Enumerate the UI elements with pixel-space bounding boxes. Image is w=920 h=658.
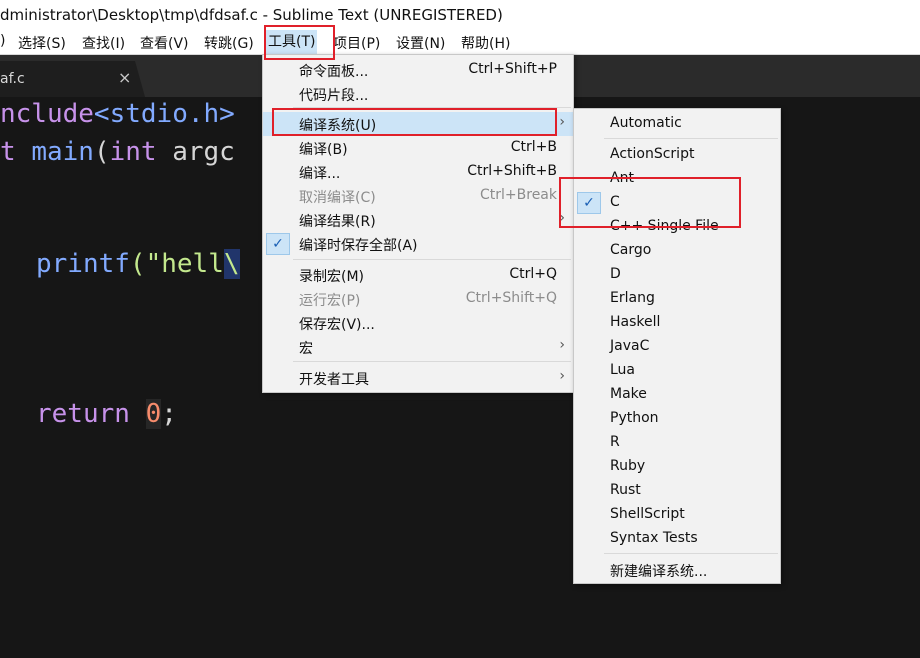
build-option-automatic[interactable]: Automatic: [574, 112, 780, 136]
menu-item-command-palette[interactable]: 命令面板... Ctrl+Shift+P: [263, 58, 573, 82]
close-icon[interactable]: ×: [118, 68, 131, 87]
menu-item-build-results[interactable]: 编译结果(R) ›: [263, 208, 573, 232]
file-tab[interactable]: af.c ×: [0, 61, 145, 97]
title-bar: dministrator\Desktop\tmp\dfdsaf.c - Subl…: [0, 0, 920, 30]
chevron-right-icon: ›: [559, 337, 565, 353]
chevron-right-icon: ›: [559, 368, 565, 384]
menu-item-build[interactable]: 编译(B) Ctrl+B: [263, 136, 573, 160]
tab-filename: af.c: [0, 71, 25, 87]
build-option-erlang[interactable]: Erlang: [574, 287, 780, 311]
build-option-lua[interactable]: Lua: [574, 359, 780, 383]
build-option-actionscript[interactable]: ActionScript: [574, 143, 780, 167]
menu-selection[interactable]: 选择(S): [18, 33, 66, 53]
menu-help[interactable]: 帮助(H): [461, 33, 510, 53]
menu-separator: [293, 259, 571, 260]
menu-separator: [293, 361, 571, 362]
code-line-include: nclude<stdio.h>: [0, 99, 235, 129]
menu-item-developer[interactable]: 开发者工具 ›: [263, 366, 573, 390]
build-option-rust[interactable]: Rust: [574, 479, 780, 503]
chevron-right-icon: ›: [559, 114, 565, 130]
menu-item-cancel-build[interactable]: 取消编译(C) Ctrl+Break: [263, 184, 573, 208]
menu-preferences[interactable]: 设置(N): [396, 33, 445, 53]
menu-item-save-all-on-build[interactable]: ✓ 编译时保存全部(A): [263, 232, 573, 256]
build-option-haskell[interactable]: Haskell: [574, 311, 780, 335]
checkmark-icon: ✓: [266, 233, 290, 255]
window-title: dministrator\Desktop\tmp\dfdsaf.c - Subl…: [0, 6, 503, 24]
build-option-make[interactable]: Make: [574, 383, 780, 407]
annotation-box-c-option: [559, 177, 741, 228]
menu-bar: ) 选择(S) 查找(I) 查看(V) 转跳(G) 工具(T) 项目(P) 设置…: [0, 30, 920, 55]
menu-item-build-with[interactable]: 编译... Ctrl+Shift+B: [263, 160, 573, 184]
menu-item-macros[interactable]: 宏 ›: [263, 335, 573, 359]
menu-separator: [604, 553, 778, 554]
build-option-new-build-system[interactable]: 新建编译系统...: [574, 558, 780, 582]
build-option-d[interactable]: D: [574, 263, 780, 287]
menu-project[interactable]: 项目(P): [333, 33, 380, 53]
build-option-ruby[interactable]: Ruby: [574, 455, 780, 479]
tools-menu: 命令面板... Ctrl+Shift+P 代码片段... 编译系统(U) › 编译(…: [262, 54, 574, 393]
build-option-syntax-tests[interactable]: Syntax Tests: [574, 527, 780, 551]
menu-view[interactable]: 查看(V): [140, 33, 189, 53]
build-option-r[interactable]: R: [574, 431, 780, 455]
menu-item-record-macro[interactable]: 录制宏(M) Ctrl+Q: [263, 263, 573, 287]
build-option-cargo[interactable]: Cargo: [574, 239, 780, 263]
menu-edit[interactable]: ): [0, 33, 5, 49]
annotation-box-build-system: [272, 108, 557, 136]
build-option-javac[interactable]: JavaC: [574, 335, 780, 359]
menu-item-snippets[interactable]: 代码片段...: [263, 82, 573, 106]
annotation-box-tools-menu: [264, 25, 335, 60]
menu-goto[interactable]: 转跳(G): [204, 33, 254, 53]
menu-item-save-macro[interactable]: 保存宏(V)...: [263, 311, 573, 335]
code-line-main: t main(int argc: [0, 137, 235, 167]
build-option-shellscript[interactable]: ShellScript: [574, 503, 780, 527]
code-line-return: return 0;: [36, 399, 177, 429]
menu-item-playback-macro[interactable]: 运行宏(P) Ctrl+Shift+Q: [263, 287, 573, 311]
menu-find[interactable]: 查找(I): [82, 33, 125, 53]
code-line-printf: printf("hell\: [36, 249, 240, 279]
menu-separator: [604, 138, 778, 139]
build-option-python[interactable]: Python: [574, 407, 780, 431]
